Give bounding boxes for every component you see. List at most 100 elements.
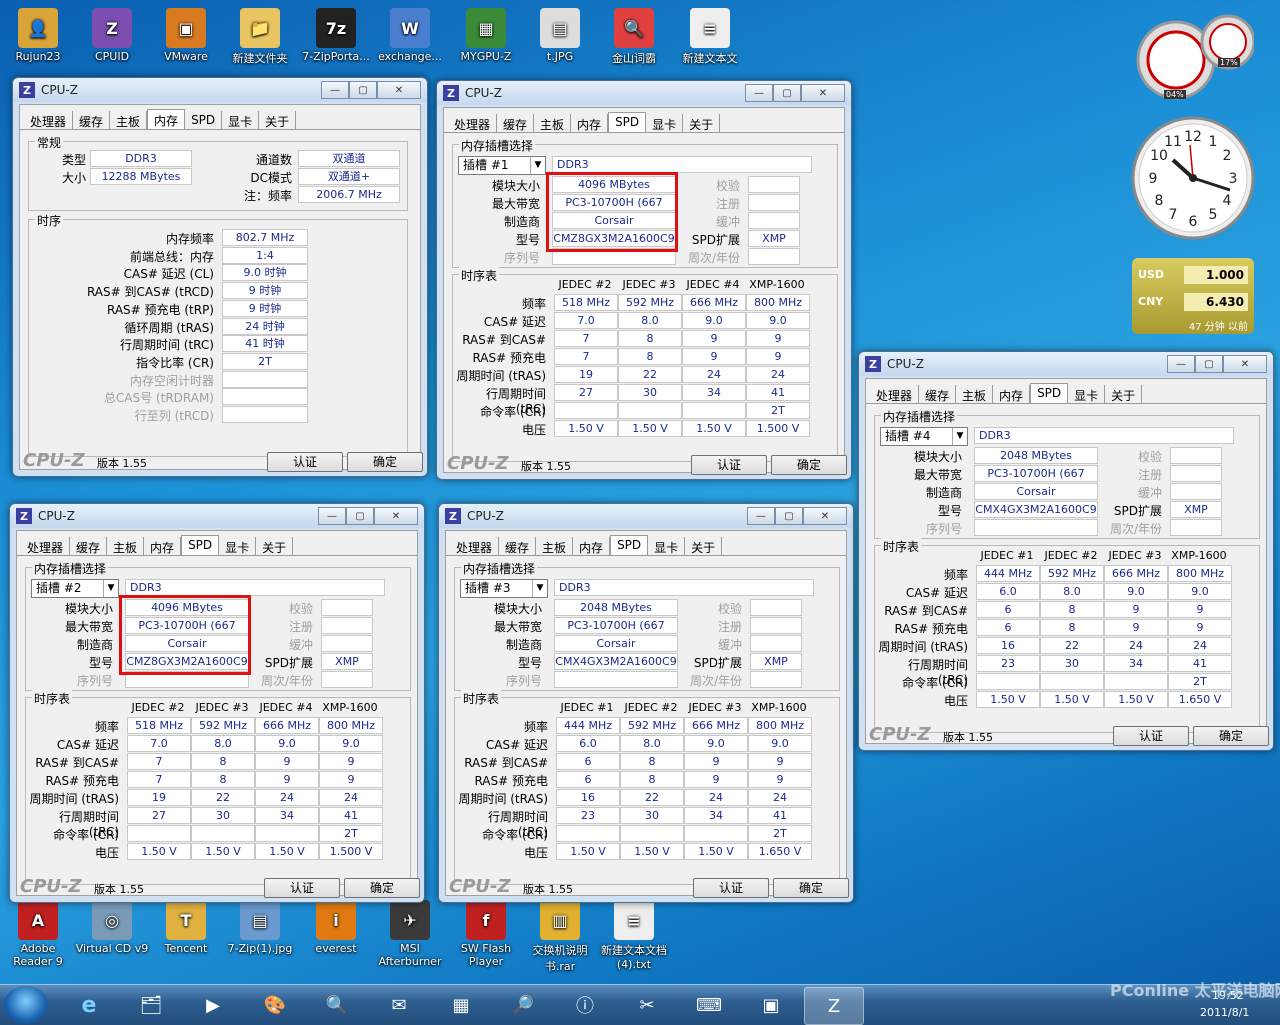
- slot-select[interactable]: 插槽 #4 ▼: [880, 427, 968, 446]
- taskbar-button[interactable]: ⌨: [680, 987, 738, 1023]
- slot-select[interactable]: 插槽 #3 ▼: [460, 579, 548, 598]
- currency-to[interactable]: CNY: [1138, 295, 1163, 308]
- minimize-button[interactable]: —: [745, 84, 773, 102]
- currency-from[interactable]: USD: [1138, 268, 1164, 281]
- desktop-icon[interactable]: Wexchange...: [372, 8, 448, 63]
- desktop-icon[interactable]: ≡ 新建文本文档 (4).txt: [596, 900, 672, 971]
- desktop-icon[interactable]: Z CPUID: [74, 8, 150, 63]
- tab-显卡[interactable]: 显卡: [222, 111, 260, 129]
- tab-缓存[interactable]: 缓存: [499, 537, 537, 555]
- ok-button[interactable]: 确定: [1193, 726, 1269, 746]
- ok-button[interactable]: 确定: [773, 878, 849, 898]
- close-button[interactable]: ✕: [374, 507, 418, 525]
- tab-主板[interactable]: 主板: [110, 111, 148, 129]
- tab-关于[interactable]: 关于: [683, 114, 721, 132]
- desktop-icon[interactable]: i everest: [298, 900, 374, 955]
- tray-date[interactable]: 2011/8/1: [1200, 1006, 1249, 1019]
- ok-button[interactable]: 确定: [347, 452, 423, 472]
- desktop-icon[interactable]: ▤ t.JPG: [522, 8, 598, 63]
- maximize-button[interactable]: ▢: [349, 81, 377, 99]
- tab-SPD[interactable]: SPD: [608, 112, 647, 132]
- desktop-icon[interactable]: 7z 7-ZipPorta...: [298, 8, 374, 63]
- cpuz-spd-window-slot4[interactable]: Z CPU-Z — ▢ ✕ 处理器 缓存 主板 内存 SPD 显卡 关于 内存插槽选择 插槽 #4 ▼ DDR…: [858, 351, 1274, 751]
- tab-缓存[interactable]: 缓存: [70, 537, 108, 555]
- desktop-icon[interactable]: T Tencent: [148, 900, 224, 955]
- tab-SPD[interactable]: SPD: [181, 535, 220, 555]
- validate-button[interactable]: 认证: [1113, 726, 1189, 746]
- tab-关于[interactable]: 关于: [256, 537, 294, 555]
- tab-SPD[interactable]: SPD: [185, 111, 223, 129]
- tab-处理器[interactable]: 处理器: [21, 537, 71, 555]
- tab-内存[interactable]: 内存: [571, 114, 609, 132]
- taskbar-button[interactable]: ▦: [432, 987, 490, 1023]
- tab-关于[interactable]: 关于: [1105, 385, 1143, 403]
- close-button[interactable]: ✕: [801, 84, 845, 102]
- tab-显卡[interactable]: 显卡: [646, 114, 684, 132]
- maximize-button[interactable]: ▢: [773, 84, 801, 102]
- tab-缓存[interactable]: 缓存: [919, 385, 957, 403]
- taskbar-button[interactable]: ✉: [370, 987, 428, 1023]
- tab-主板[interactable]: 主板: [534, 114, 572, 132]
- taskbar-button[interactable]: ▣: [742, 987, 800, 1023]
- taskbar-button[interactable]: Z: [804, 987, 864, 1025]
- ok-button[interactable]: 确定: [771, 455, 847, 475]
- desktop-icon[interactable]: ◎ Virtual CD v9: [74, 900, 150, 955]
- maximize-button[interactable]: ▢: [1195, 355, 1223, 373]
- desktop-icon[interactable]: ≡ 新建文本文: [672, 8, 748, 66]
- desktop-icon[interactable]: ▥ 交换机说明书.rar: [522, 900, 598, 974]
- tab-主板[interactable]: 主板: [107, 537, 145, 555]
- desktop-icon[interactable]: ✈ MSI Afterburner: [372, 900, 448, 968]
- cpuz-spd-window-slot1[interactable]: Z CPU-Z — ▢ ✕ 处理器 缓存 主板 内存 SPD 显卡 关于 内存插槽选择 插槽 #1 ▼ DDR…: [436, 80, 852, 480]
- minimize-button[interactable]: —: [1167, 355, 1195, 373]
- desktop-icon[interactable]: f SW Flash Player: [448, 900, 524, 968]
- tab-处理器[interactable]: 处理器: [448, 114, 498, 132]
- close-button[interactable]: ✕: [1223, 355, 1267, 373]
- desktop-icon[interactable]: 📁 新建文件夹: [222, 8, 298, 66]
- maximize-button[interactable]: ▢: [775, 507, 803, 525]
- desktop-icon[interactable]: ▤ 7-Zip(1).jpg: [222, 900, 298, 955]
- validate-button[interactable]: 认证: [264, 878, 340, 898]
- tab-缓存[interactable]: 缓存: [73, 111, 111, 129]
- tab-内存[interactable]: 内存: [573, 537, 611, 555]
- taskbar-button[interactable]: 🎨: [246, 987, 304, 1023]
- minimize-button[interactable]: —: [747, 507, 775, 525]
- tab-处理器[interactable]: 处理器: [450, 537, 500, 555]
- maximize-button[interactable]: ▢: [346, 507, 374, 525]
- taskbar-button[interactable]: 🔎: [494, 987, 552, 1023]
- tab-显卡[interactable]: 显卡: [219, 537, 257, 555]
- taskbar-button[interactable]: ⓘ: [556, 987, 614, 1023]
- tab-内存[interactable]: 内存: [147, 109, 186, 129]
- cpuz-spd-window-slot2[interactable]: Z CPU-Z — ▢ ✕ 处理器 缓存 主板 内存 SPD 显卡 关于 内存插槽选择 插槽 #2 ▼ DDR…: [9, 503, 425, 903]
- tab-缓存[interactable]: 缓存: [497, 114, 535, 132]
- tab-SPD[interactable]: SPD: [610, 535, 649, 555]
- tab-SPD[interactable]: SPD: [1030, 383, 1069, 403]
- desktop-icon[interactable]: A Adobe Reader 9: [0, 900, 76, 968]
- taskbar-button[interactable]: 🗂: [122, 987, 180, 1023]
- tab-显卡[interactable]: 显卡: [1068, 385, 1106, 403]
- cpuz-spd-window-slot3[interactable]: Z CPU-Z — ▢ ✕ 处理器 缓存 主板 内存 SPD 显卡 关于 内存插槽选择 插槽 #3 ▼ DDR…: [438, 503, 854, 903]
- tab-主板[interactable]: 主板: [536, 537, 574, 555]
- currency-gadget[interactable]: USD 1.000 CNY 6.430 47 分钟 以前: [1132, 258, 1254, 334]
- desktop-icon[interactable]: ▦ MYGPU-Z: [448, 8, 524, 63]
- cpuz-memory-window[interactable]: Z CPU-Z — ▢ ✕ 处理器 缓存 主板 内存 SPD 显卡 关于 常规 类型 DDR3 大小 12288…: [12, 77, 428, 477]
- ie-taskbar-button[interactable]: e: [60, 987, 118, 1023]
- validate-button[interactable]: 认证: [693, 878, 769, 898]
- ok-button[interactable]: 确定: [344, 878, 420, 898]
- desktop-icon[interactable]: ▣ VMware: [148, 8, 224, 63]
- desktop-icon[interactable]: 🔍 金山词霸: [596, 8, 672, 66]
- tab-关于[interactable]: 关于: [685, 537, 723, 555]
- taskbar-button[interactable]: 🔍: [308, 987, 366, 1023]
- taskbar-button[interactable]: ▶: [184, 987, 242, 1023]
- desktop-icon[interactable]: 👤 Rujun23: [0, 8, 76, 63]
- meter-gadget[interactable]: 04% 17%: [1130, 8, 1256, 100]
- minimize-button[interactable]: —: [318, 507, 346, 525]
- tab-内存[interactable]: 内存: [993, 385, 1031, 403]
- tab-关于[interactable]: 关于: [259, 111, 297, 129]
- tray-time[interactable]: 19:52: [1212, 989, 1244, 1002]
- validate-button[interactable]: 认证: [691, 455, 767, 475]
- clock-gadget[interactable]: 12 1 2 345 678 9 10 11: [1130, 115, 1256, 241]
- start-button[interactable]: [4, 986, 48, 1024]
- tab-处理器[interactable]: 处理器: [24, 111, 74, 129]
- tab-处理器[interactable]: 处理器: [870, 385, 920, 403]
- validate-button[interactable]: 认证: [267, 452, 343, 472]
